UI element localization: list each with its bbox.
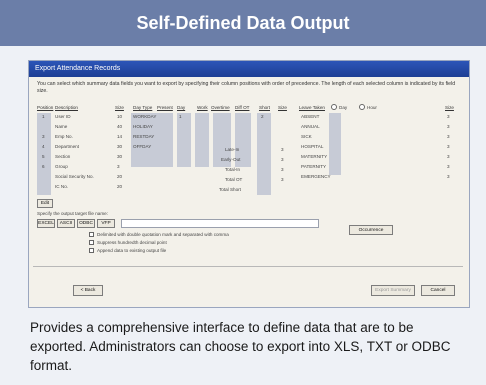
work-column[interactable] <box>195 113 209 167</box>
header-diffot: Diff OT <box>235 105 250 110</box>
row-leave: ANNUAL <box>301 124 320 129</box>
row-description: User ID <box>55 114 71 119</box>
row-leave-size: 3 <box>447 134 450 139</box>
banner-title: Self-Defined Data Output <box>0 0 486 46</box>
edit-button[interactable]: Edit <box>37 199 53 208</box>
header-description: Description <box>55 105 78 110</box>
row-description: Social Security No. <box>55 174 94 179</box>
row-size: 30 <box>117 144 123 149</box>
row-size: 30 <box>117 154 123 159</box>
spec-label: Specify the output target file name: <box>37 211 108 216</box>
row-position: 6 <box>42 164 45 169</box>
row-position: 3 <box>42 134 45 139</box>
row-position: 4 <box>42 144 45 149</box>
short-column[interactable] <box>257 113 271 195</box>
row-size: 20 <box>117 184 123 189</box>
label-late-in: Late-In <box>225 147 240 152</box>
row-size: 3 <box>117 164 120 169</box>
header-present: Present <box>157 105 173 110</box>
day-column[interactable] <box>177 113 191 167</box>
row-short: 2 <box>261 114 264 119</box>
label-early-out: Early-Out <box>221 157 241 162</box>
row-leave: MATERNITY <box>301 154 328 159</box>
option-delimited-checkbox[interactable] <box>89 232 94 237</box>
header-day: Day <box>177 105 186 110</box>
feature-caption: Provides a comprehensive interface to de… <box>30 320 451 373</box>
cancel-button[interactable]: Cancel <box>421 285 455 296</box>
daytype-column[interactable] <box>131 113 157 167</box>
row-leave: ABSENT <box>301 114 320 119</box>
row-position: 5 <box>42 154 45 159</box>
row-description: IC No. <box>55 184 69 189</box>
row-daytype: RESTDAY <box>133 134 155 139</box>
option-append-checkbox[interactable] <box>89 248 94 253</box>
row-size: 10 <box>117 114 123 119</box>
row-leave: EMERGENCY <box>301 174 331 179</box>
footer-divider <box>33 266 463 267</box>
row-leave-size: 3 <box>447 114 450 119</box>
label-total-short: Total Short <box>219 187 241 192</box>
vfp-button[interactable]: VFP <box>97 219 115 228</box>
header-work: Work <box>197 105 208 110</box>
header-daytype: Day Type <box>133 105 153 110</box>
radio-hour-label: Hour <box>367 105 377 110</box>
output-file-input[interactable] <box>121 219 319 228</box>
header-size: Size <box>115 105 124 110</box>
row-size: 20 <box>117 174 123 179</box>
radio-day-label: Day <box>339 105 348 110</box>
row-size: 40 <box>117 124 123 129</box>
header-size2: Size <box>278 105 287 110</box>
row-description: Group <box>55 164 68 169</box>
excel-button[interactable]: EXCEL <box>37 219 55 228</box>
odbc-button[interactable]: ODBC <box>77 219 95 228</box>
row-description: Department <box>55 144 80 149</box>
occurrence-button[interactable]: Occurrence <box>349 225 393 235</box>
label-total-in: Total-In <box>225 167 241 172</box>
row-leave-size: 3 <box>447 144 450 149</box>
row-description: Section <box>55 154 71 159</box>
header-size3: Size <box>445 105 454 110</box>
row-day-value: 1 <box>179 114 182 119</box>
value-total-in: 3 <box>281 167 284 172</box>
export-summary-button[interactable]: Export Summary <box>371 285 415 296</box>
option-suppress-checkbox[interactable] <box>89 240 94 245</box>
value-late-in: 3 <box>281 147 284 152</box>
row-description: Name <box>55 124 68 129</box>
label-total-ot: Total OT <box>225 177 243 182</box>
row-daytype: HOLIDAY <box>133 124 153 129</box>
option-suppress-label: Suppress hundredth decimal point <box>97 240 167 245</box>
row-leave-size: 3 <box>447 154 450 159</box>
header-short: Short <box>259 105 270 110</box>
value-early-out: 3 <box>281 157 284 162</box>
radio-day[interactable] <box>331 104 337 110</box>
leave-pos-column[interactable] <box>329 113 341 175</box>
row-description: Emp No. <box>55 134 73 139</box>
row-position: 1 <box>42 114 45 119</box>
row-leave-size: 3 <box>447 174 450 179</box>
row-leave: SICK <box>301 134 312 139</box>
option-append-label: Append data to existing output file <box>97 248 167 253</box>
header-leave: Leave Taken <box>299 105 325 110</box>
window-intro: You can select which summary data fields… <box>37 81 456 94</box>
back-button[interactable]: < Back <box>73 285 103 296</box>
row-daytype: WORKDAY <box>133 114 157 119</box>
screenshot-window: Export Attendance Records You can select… <box>28 60 470 308</box>
header-overtime: Overtime <box>211 105 230 110</box>
radio-hour[interactable] <box>359 104 365 110</box>
header-position: Position <box>37 105 54 110</box>
option-delimited-label: Delimited with double quotation mark and… <box>97 232 229 237</box>
ascii-button[interactable]: ASCII <box>57 219 75 228</box>
value-total-ot: 3 <box>281 177 284 182</box>
feature-card: Self-Defined Data Output Export Attendan… <box>0 0 486 385</box>
row-leave: HOSPITAL <box>301 144 324 149</box>
row-size: 14 <box>117 134 123 139</box>
window-title: Export Attendance Records <box>29 61 469 77</box>
row-leave: PATERNITY <box>301 164 327 169</box>
row-daytype: OFFDAY <box>133 144 152 149</box>
row-leave-size: 3 <box>447 164 450 169</box>
present-column[interactable] <box>157 113 173 167</box>
row-leave-size: 3 <box>447 124 450 129</box>
